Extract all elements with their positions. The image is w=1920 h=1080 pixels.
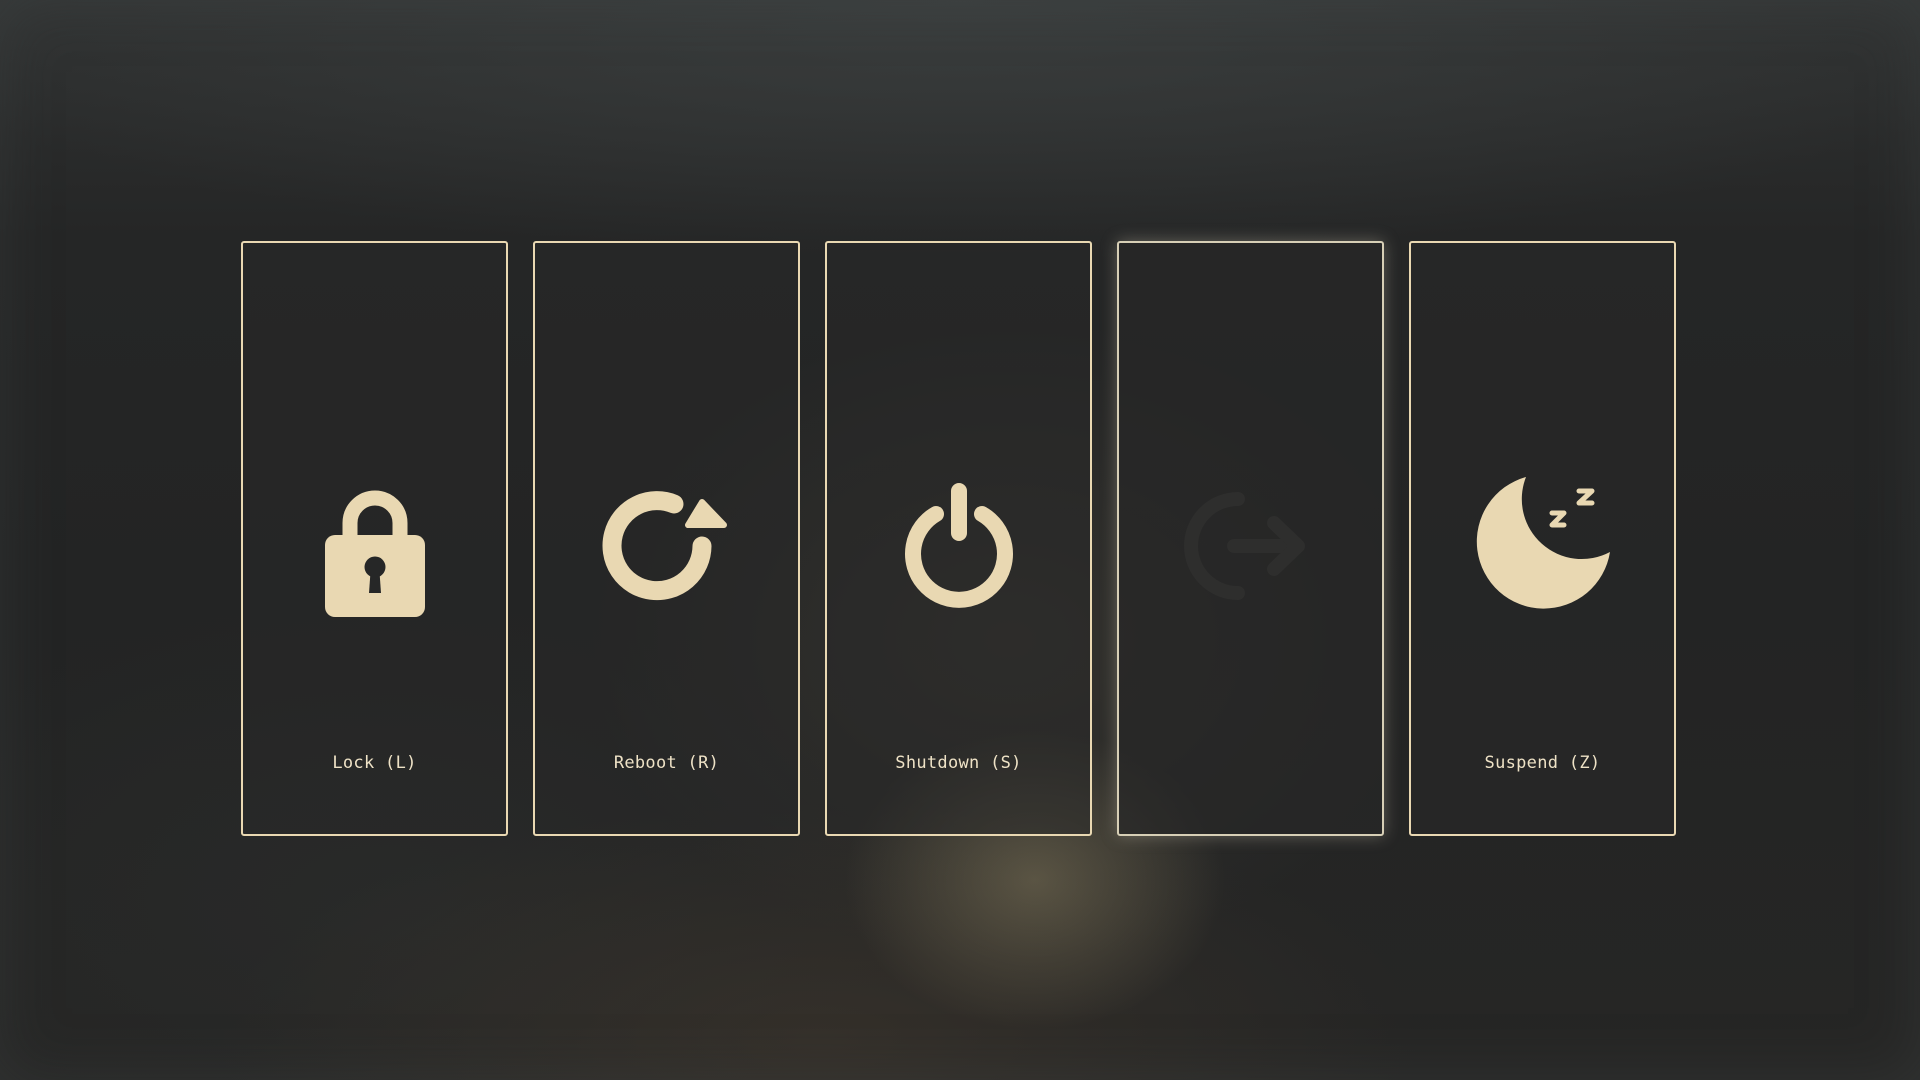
logout-icon <box>1176 471 1326 621</box>
lock-label: Lock (L) <box>332 753 417 773</box>
reboot-label: Reboot (R) <box>613 753 720 773</box>
lock-icon <box>300 471 450 621</box>
logout-button[interactable] <box>1117 241 1384 836</box>
suspend-label: Suspend (Z) <box>1484 753 1601 773</box>
reboot-icon <box>592 471 742 621</box>
suspend-button[interactable]: Suspend (Z) <box>1409 241 1676 836</box>
lock-button[interactable]: Lock (L) <box>241 241 508 836</box>
sleep-moon-icon <box>1468 471 1618 621</box>
shutdown-button[interactable]: Shutdown (S) <box>825 241 1092 836</box>
reboot-button[interactable]: Reboot (R) <box>533 241 800 836</box>
shutdown-label: Shutdown (S) <box>895 753 1022 773</box>
power-icon <box>884 471 1034 621</box>
